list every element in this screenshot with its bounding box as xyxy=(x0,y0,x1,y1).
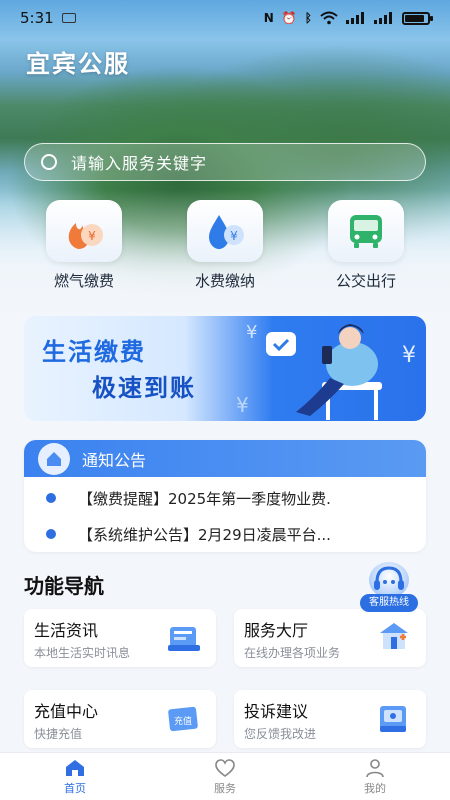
notice-text: 【缴费提醒】2025年第一季度物业费. xyxy=(78,489,331,508)
bus-icon xyxy=(350,215,382,248)
signal-icon xyxy=(374,12,392,24)
svg-text:¥: ¥ xyxy=(402,343,416,368)
svg-text:¥: ¥ xyxy=(230,229,238,243)
notice-text: 【系统维护公告】2月29日凌晨平台... xyxy=(78,525,331,544)
card-subtitle: 快捷充值 xyxy=(34,727,83,741)
tab-label: 服务 xyxy=(214,781,236,795)
recharge-icon-text: 充值 xyxy=(174,715,192,727)
card-title: 服务大厅 xyxy=(244,621,309,640)
quick-tile: ¥ xyxy=(46,200,122,262)
notice-home-icon xyxy=(38,442,70,475)
notification-icon xyxy=(61,13,76,23)
tab-label: 我的 xyxy=(364,781,386,795)
tab-home[interactable]: 首页 xyxy=(0,753,150,800)
complaint-icon xyxy=(380,706,406,732)
card-complaint[interactable]: 投诉建议 您反馈我改进 xyxy=(234,690,426,748)
recharge-icon: 充值 xyxy=(168,706,198,732)
quick-bus[interactable]: 公交出行 xyxy=(316,200,416,291)
search-icon xyxy=(41,154,57,170)
tab-label: 首页 xyxy=(64,781,86,795)
card-service-hall[interactable]: 服务大厅 在线办理各项业务 xyxy=(234,609,426,667)
quick-gas-payment[interactable]: ¥ 燃气缴费 xyxy=(34,200,134,291)
notice-header: 通知公告 xyxy=(24,440,426,477)
card-subtitle: 您反馈我改进 xyxy=(244,727,317,741)
tab-services[interactable]: 服务 xyxy=(150,753,300,800)
service-hall-icon xyxy=(380,623,408,649)
card-subtitle: 本地生活实时讯息 xyxy=(34,646,131,660)
banner-line1: 生活缴费 xyxy=(42,338,146,366)
status-bar: 5:31 N ⏰ ᛒ xyxy=(0,0,450,36)
notice-panel: 通知公告 【缴费提醒】2025年第一季度物业费. 【系统维护公告】2月29日凌晨… xyxy=(24,440,426,552)
nfc-icon: N xyxy=(263,11,274,25)
notice-item[interactable]: 【缴费提醒】2025年第一季度物业费. xyxy=(24,480,426,516)
customer-service-label: 客服热线 xyxy=(360,594,418,612)
search-input[interactable]: 请输入服务关键字 xyxy=(24,143,426,181)
bullet-icon xyxy=(46,493,56,503)
quick-water-payment[interactable]: ¥ 水费缴纳 xyxy=(175,200,275,291)
quick-tile xyxy=(328,200,404,262)
card-subtitle: 在线办理各项业务 xyxy=(244,646,341,660)
svg-text:¥: ¥ xyxy=(246,322,257,343)
card-title: 投诉建议 xyxy=(244,702,309,721)
notice-title: 通知公告 xyxy=(82,450,147,470)
user-icon xyxy=(366,758,384,777)
headset-icon xyxy=(369,562,409,598)
app-title: 宜宾公服 xyxy=(26,50,130,78)
bottom-tab-bar: 首页 服务 我的 xyxy=(0,752,450,800)
banner-illustration: ¥ ¥ ¥ xyxy=(236,322,416,420)
status-time: 5:31 xyxy=(20,9,54,27)
card-title: 生活资讯 xyxy=(34,621,99,640)
bluetooth-icon: ᛒ xyxy=(304,11,312,25)
quick-tile: ¥ xyxy=(187,200,263,262)
alarm-icon: ⏰ xyxy=(281,11,297,25)
banner-line2: 极速到账 xyxy=(92,374,196,402)
promo-banner[interactable]: 生活缴费 极速到账 ¥ ¥ ¥ xyxy=(24,316,426,421)
svg-text:¥: ¥ xyxy=(88,229,96,243)
wifi-icon xyxy=(320,11,338,25)
section-title: 功能导航 xyxy=(24,574,104,598)
quick-actions: ¥ 燃气缴费 ¥ 水费缴纳 公交出行 xyxy=(0,200,450,300)
quick-label: 燃气缴费 xyxy=(53,272,114,290)
bullet-icon xyxy=(46,529,56,539)
quick-label: 水费缴纳 xyxy=(194,272,255,290)
tab-mine[interactable]: 我的 xyxy=(300,753,450,800)
notice-item[interactable]: 【系统维护公告】2月29日凌晨平台... xyxy=(24,516,426,552)
gas-payment-icon: ¥ xyxy=(68,223,103,249)
svg-text:¥: ¥ xyxy=(236,393,249,417)
battery-icon xyxy=(402,11,433,25)
card-recharge[interactable]: 充值中心 快捷充值 充值 xyxy=(24,690,216,748)
card-title: 充值中心 xyxy=(34,702,99,721)
news-icon xyxy=(168,627,200,651)
signal-icon xyxy=(346,12,364,24)
search-placeholder: 请输入服务关键字 xyxy=(71,154,208,173)
quick-label: 公交出行 xyxy=(335,272,396,290)
battery-fill xyxy=(405,14,424,22)
customer-service-button[interactable]: 客服热线 xyxy=(358,562,420,614)
heart-icon xyxy=(215,758,235,777)
water-payment-icon: ¥ xyxy=(209,215,244,249)
home-icon xyxy=(66,759,84,776)
card-local-news[interactable]: 生活资讯 本地生活实时讯息 xyxy=(24,609,216,667)
